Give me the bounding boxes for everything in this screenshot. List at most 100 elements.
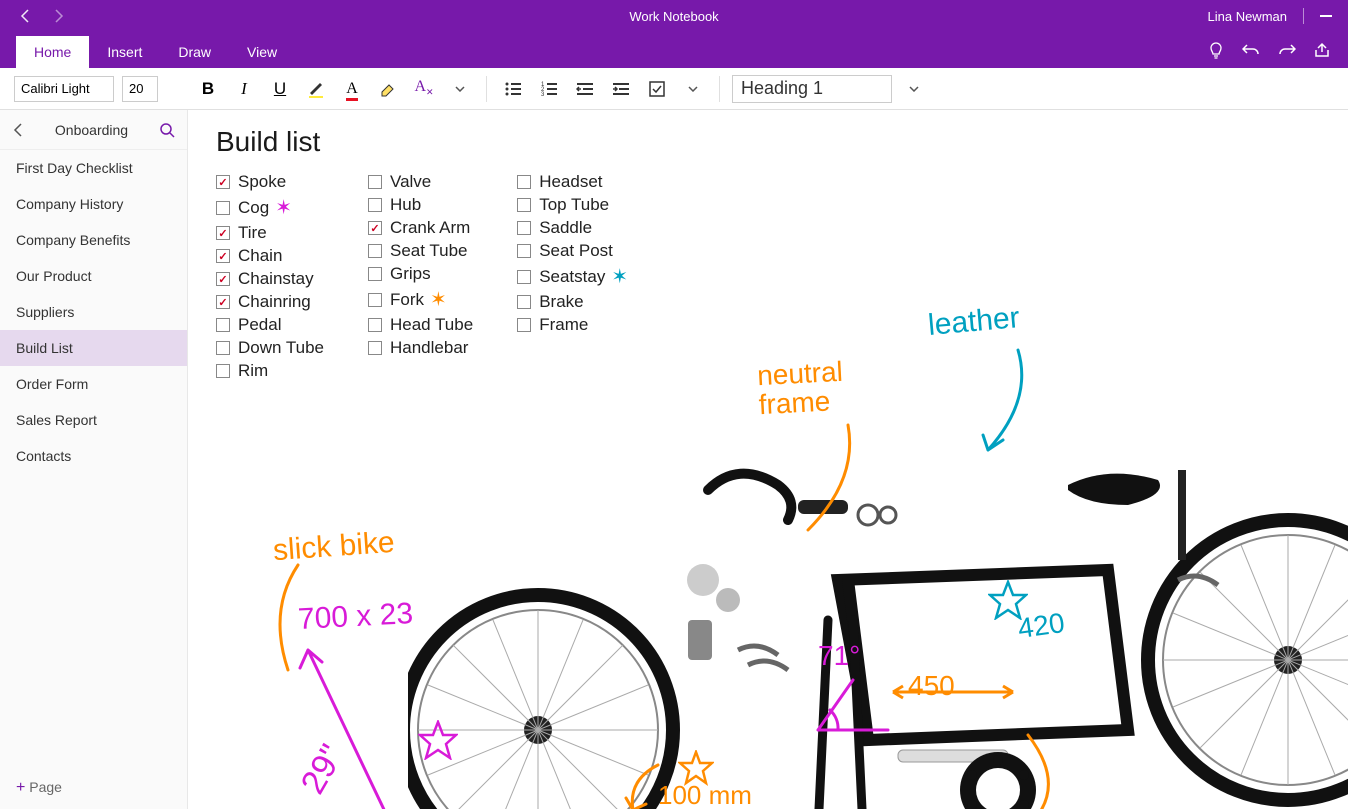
checkbox[interactable] <box>517 244 531 258</box>
todo-tag-button[interactable] <box>643 75 671 103</box>
checklist-item[interactable]: Grips <box>368 264 473 284</box>
bike-exploded-image <box>408 450 1348 809</box>
redo-icon[interactable] <box>1278 42 1296 60</box>
checklist-item[interactable]: Saddle <box>517 218 628 238</box>
checkbox[interactable] <box>216 341 230 355</box>
checklist-item[interactable]: Chain <box>216 246 324 266</box>
checklist-item[interactable]: Tire <box>216 223 324 243</box>
checklist-item[interactable]: Hub <box>368 195 473 215</box>
indent-button[interactable] <box>607 75 635 103</box>
checklist-item[interactable]: Headset <box>517 172 628 192</box>
heading-style-dropdown[interactable] <box>900 75 928 103</box>
checklist-item[interactable]: Brake <box>517 292 628 312</box>
checklist-label: Grips <box>390 264 431 284</box>
checkbox[interactable] <box>517 318 531 332</box>
add-page-label: Page <box>29 779 62 795</box>
sidebar-page[interactable]: Sales Report <box>0 402 187 438</box>
checklist-item[interactable]: Pedal <box>216 315 324 335</box>
checklist-item[interactable]: Seat Tube <box>368 241 473 261</box>
checkbox[interactable] <box>368 221 382 235</box>
checklist-item[interactable]: Seatstay✶ <box>517 264 628 289</box>
sidebar-page[interactable]: Company History <box>0 186 187 222</box>
checklist-item[interactable]: Crank Arm <box>368 218 473 238</box>
ink-star-icon: ✶ <box>275 195 292 220</box>
tab-home[interactable]: Home <box>16 36 89 68</box>
checkbox[interactable] <box>368 318 382 332</box>
checklist-item[interactable]: Head Tube <box>368 315 473 335</box>
checklist-item[interactable]: Down Tube <box>216 338 324 358</box>
checkbox[interactable] <box>517 295 531 309</box>
checklist-item[interactable]: Fork✶ <box>368 287 473 312</box>
sidebar-page[interactable]: Our Product <box>0 258 187 294</box>
bold-button[interactable]: B <box>194 75 222 103</box>
numbered-list-button[interactable]: 123 <box>535 75 563 103</box>
more-paragraph-dropdown[interactable] <box>679 75 707 103</box>
checklist-item[interactable]: Valve <box>368 172 473 192</box>
tab-draw[interactable]: Draw <box>160 36 229 68</box>
lightbulb-icon[interactable] <box>1208 42 1224 60</box>
outdent-button[interactable] <box>571 75 599 103</box>
sidebar-page[interactable]: Company Benefits <box>0 222 187 258</box>
checklist-item[interactable]: Seat Post <box>517 241 628 261</box>
checklist-item[interactable]: Chainring <box>216 292 324 312</box>
checkbox[interactable] <box>368 244 382 258</box>
checkbox[interactable] <box>517 270 531 284</box>
heading-style-select[interactable]: Heading 1 <box>732 75 892 103</box>
checkbox[interactable] <box>216 364 230 378</box>
checkbox[interactable] <box>517 175 531 189</box>
italic-button[interactable]: I <box>230 75 258 103</box>
checklist-item[interactable]: Chainstay <box>216 269 324 289</box>
checklist-item[interactable]: Top Tube <box>517 195 628 215</box>
search-icon[interactable] <box>159 122 175 138</box>
sidebar-page[interactable]: Suppliers <box>0 294 187 330</box>
checkbox[interactable] <box>216 226 230 240</box>
checkbox[interactable] <box>216 272 230 286</box>
checkbox[interactable] <box>216 175 230 189</box>
highlight-button[interactable] <box>302 75 330 103</box>
user-name[interactable]: Lina Newman <box>1208 9 1288 24</box>
checklist-item[interactable]: Cog ✶ <box>216 195 324 220</box>
checklist-label: Cog <box>238 198 269 218</box>
share-icon[interactable] <box>1314 42 1330 60</box>
eraser-button[interactable] <box>374 75 402 103</box>
checkbox[interactable] <box>368 175 382 189</box>
sidebar-page[interactable]: Contacts <box>0 438 187 474</box>
checkbox[interactable] <box>517 221 531 235</box>
build-checklist: Spoke Cog ✶ Tire Chain Chainstay Chainring Peda… <box>216 172 628 381</box>
more-formatting-dropdown[interactable] <box>446 75 474 103</box>
page-title[interactable]: Build list <box>216 126 320 158</box>
sidebar-page[interactable]: Order Form <box>0 366 187 402</box>
tab-insert[interactable]: Insert <box>89 36 160 68</box>
font-size-input[interactable] <box>122 76 158 102</box>
sidebar-page[interactable]: First Day Checklist <box>0 150 187 186</box>
section-back-button[interactable] <box>12 123 24 137</box>
sidebar-page[interactable]: Build List <box>0 330 187 366</box>
checkbox[interactable] <box>216 295 230 309</box>
note-canvas[interactable]: Build list Spoke Cog ✶ Tire Chain Chainstay Ch… <box>188 110 1348 809</box>
font-color-button[interactable]: A <box>338 75 366 103</box>
checkbox[interactable] <box>368 267 382 281</box>
forward-button[interactable] <box>48 6 68 26</box>
checklist-item[interactable]: Rim <box>216 361 324 381</box>
tab-view[interactable]: View <box>229 36 295 68</box>
checklist-item[interactable]: Handlebar <box>368 338 473 358</box>
clear-formatting-button[interactable]: A✕ <box>410 75 438 103</box>
checkbox[interactable] <box>368 293 382 307</box>
checkbox[interactable] <box>216 201 230 215</box>
checkbox[interactable] <box>368 341 382 355</box>
checkbox[interactable] <box>216 249 230 263</box>
back-button[interactable] <box>16 6 36 26</box>
undo-icon[interactable] <box>1242 42 1260 60</box>
section-title[interactable]: Onboarding <box>24 122 159 138</box>
checklist-item[interactable]: Spoke <box>216 172 324 192</box>
add-page-button[interactable]: + Page <box>0 767 187 809</box>
bullet-list-button[interactable] <box>499 75 527 103</box>
checkbox[interactable] <box>368 198 382 212</box>
font-name-input[interactable] <box>14 76 114 102</box>
underline-button[interactable]: U <box>266 75 294 103</box>
checkbox[interactable] <box>517 198 531 212</box>
checklist-item[interactable]: Frame <box>517 315 628 335</box>
checklist-label: Top Tube <box>539 195 609 215</box>
checkbox[interactable] <box>216 318 230 332</box>
minimize-button[interactable] <box>1320 15 1332 17</box>
